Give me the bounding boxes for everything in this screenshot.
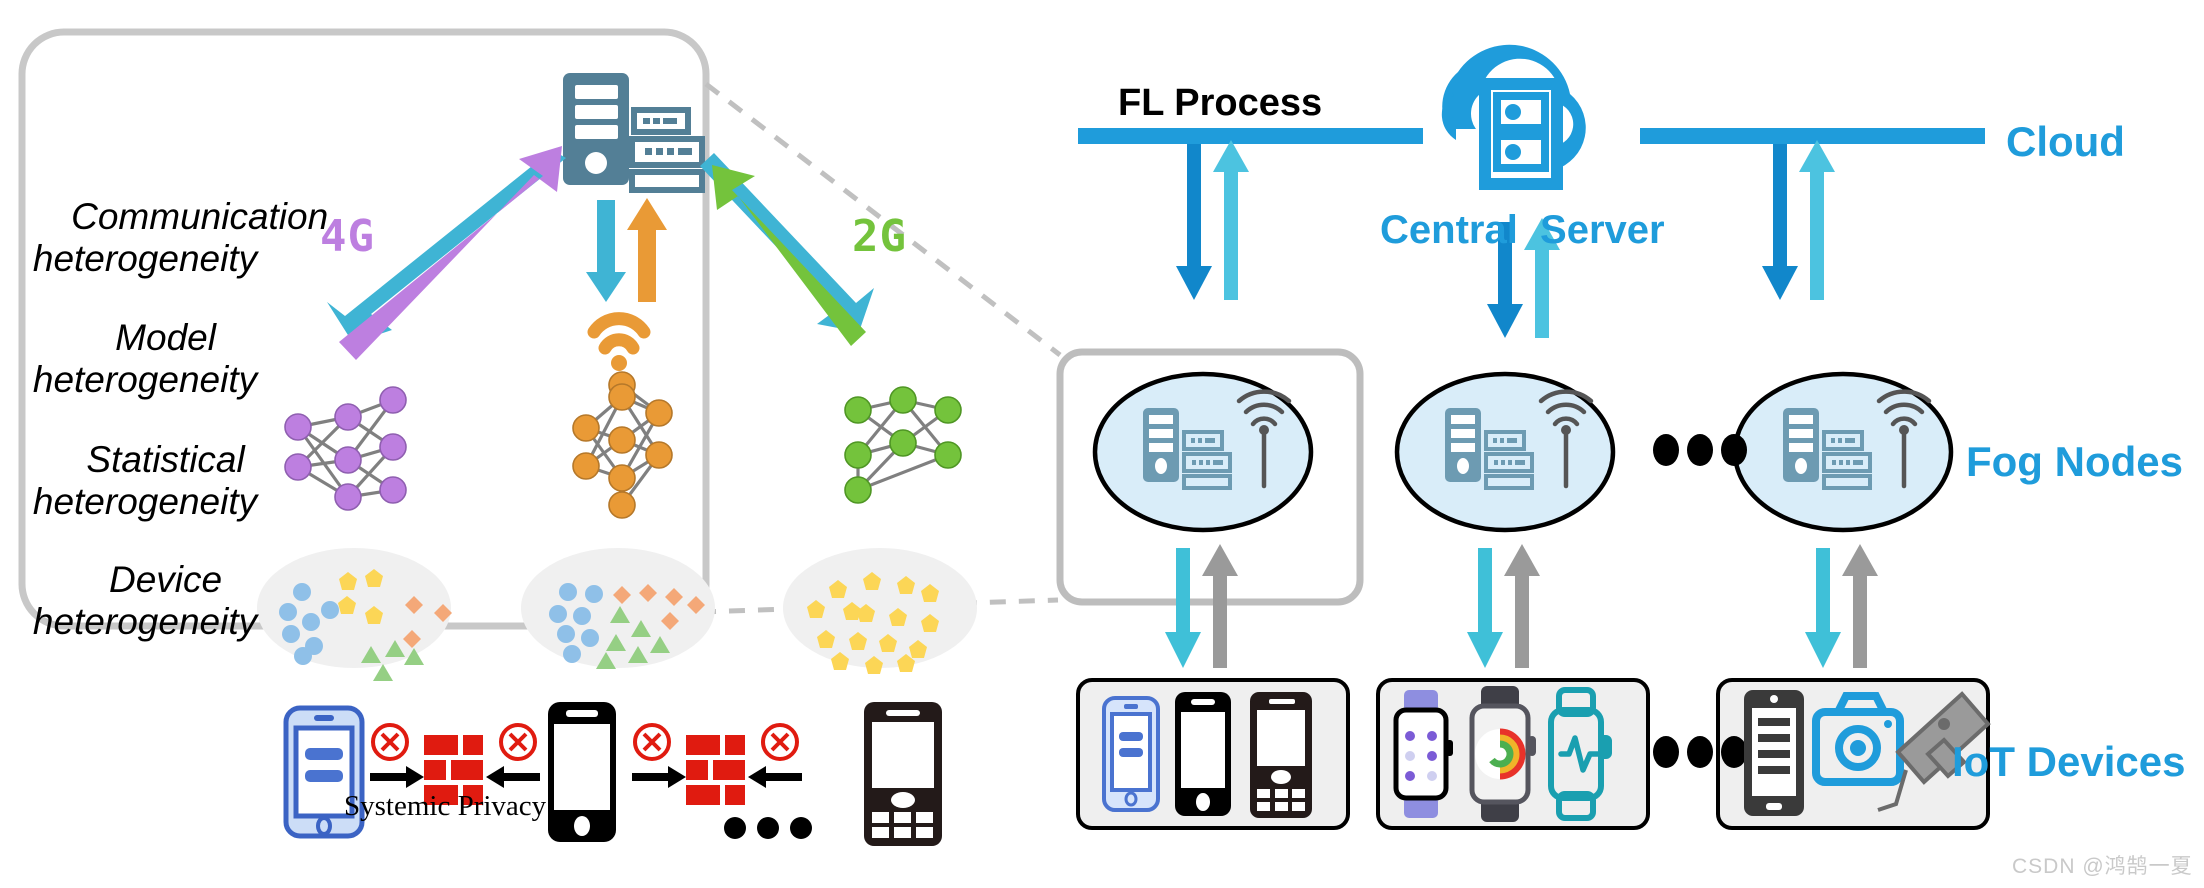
- blocked-x-icon: [371, 723, 409, 761]
- cloud-bus-right: [1640, 128, 1985, 144]
- iot-row-ellipsis-dots: [1653, 736, 1747, 768]
- blocked-x-icon: [499, 723, 537, 761]
- cloud-server-icon: [1441, 44, 1586, 190]
- model-net-green: [844, 386, 962, 504]
- watermark-text: CSDN @鸿鹄一夏: [2012, 855, 2193, 878]
- fog-iot-arrows-col3: [1805, 544, 1878, 668]
- fog-iot-arrows-col2: [1467, 544, 1540, 668]
- blocked-x-icon: [761, 723, 799, 761]
- flow-arrow-left-1: [486, 766, 540, 788]
- tier-label-iot-devices: IoT Devices: [1952, 738, 2186, 785]
- cloud-fog-arrows-col1: [1176, 140, 1249, 300]
- tablet-dark-icon: [1744, 690, 1804, 816]
- tier-label-fog-nodes: Fog Nodes: [1966, 438, 2183, 485]
- flow-arrow-right-2: [632, 766, 686, 788]
- blocked-x-icon: [633, 723, 671, 761]
- wifi-dot-icon: [611, 355, 627, 371]
- fl-process-label: FL Process: [1118, 82, 1323, 124]
- smartphone-icon: [1175, 692, 1231, 816]
- flow-arrow-right-1: [370, 766, 424, 788]
- tier-label-cloud: Cloud: [2006, 118, 2125, 165]
- cloud-fog-arrows-col3: [1762, 140, 1835, 300]
- firewall-icon: [686, 735, 745, 805]
- device-row-ellipsis-dots: [724, 817, 812, 839]
- cloud-bus-left: [1078, 128, 1423, 144]
- network-label-2g: 2G: [852, 211, 907, 262]
- fog-row-ellipsis-dots: [1653, 434, 1747, 466]
- zoom-connector-lines: [699, 82, 1062, 615]
- diagram-graphics: [18, 28, 1991, 846]
- feature-phone-icon: [1250, 692, 1312, 818]
- diagram-canvas: Communication heterogeneity Model hetero…: [0, 0, 2204, 888]
- row-label-device: Device heterogeneity: [32, 559, 258, 642]
- network-label-4g: 4G: [320, 211, 375, 262]
- smartphone-device-icon: [548, 702, 616, 842]
- comm-arrow-pair-right: [700, 153, 874, 346]
- feature-phone-device-icon: [864, 702, 942, 846]
- central-server-label: Central Server: [1380, 208, 1665, 252]
- tablet-icon: [1102, 696, 1160, 812]
- flow-arrow-left-2: [748, 766, 802, 788]
- systemic-privacy-label: Systemic Privacy: [344, 790, 547, 822]
